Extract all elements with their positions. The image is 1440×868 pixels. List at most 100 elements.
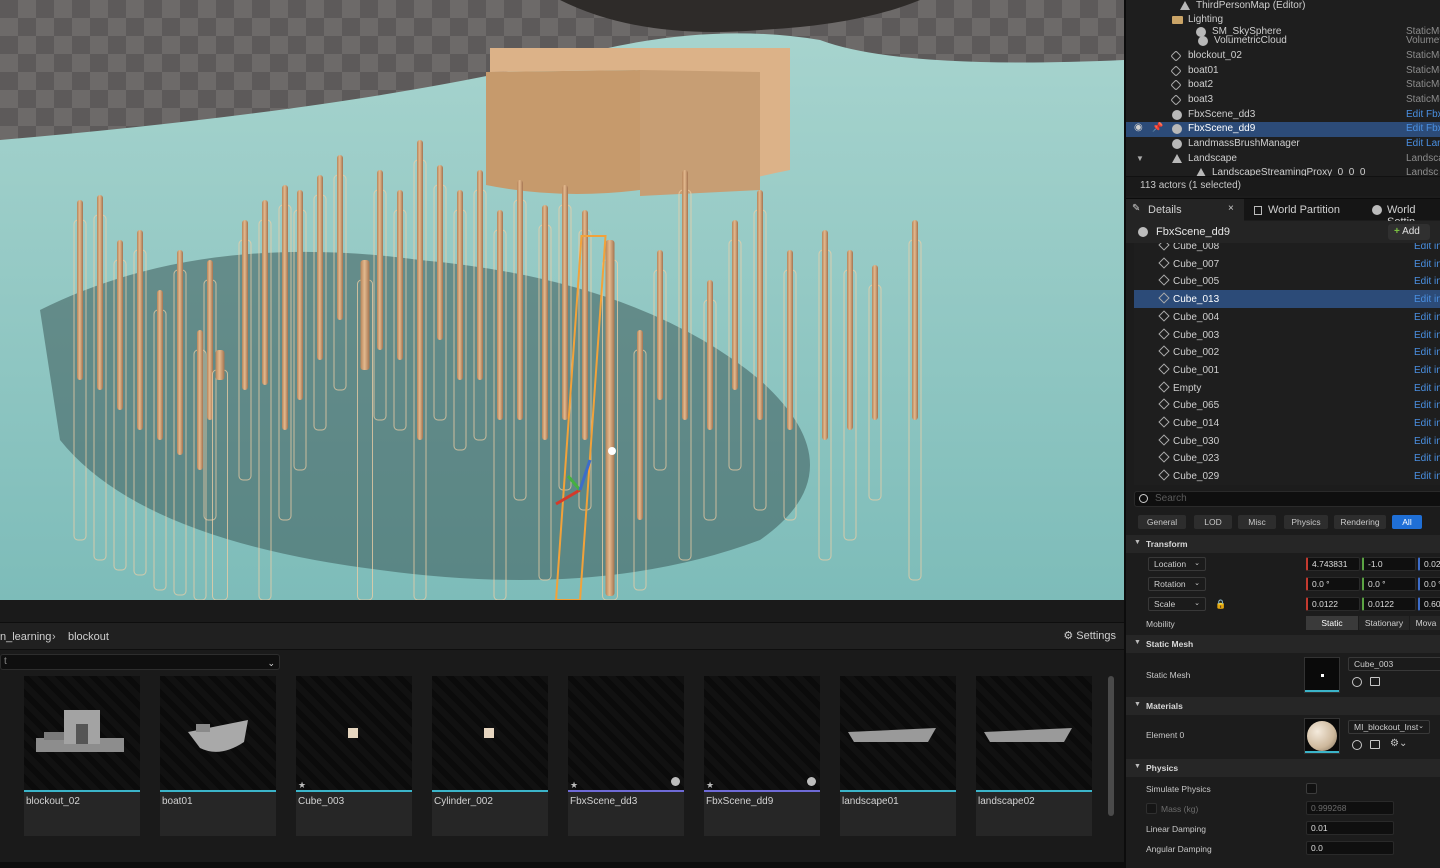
component-row[interactable]: Cube_007 Edit in (1134, 255, 1440, 273)
component-row[interactable]: Cube_013 Edit in (1134, 290, 1440, 308)
component-row[interactable]: Empty Edit in (1134, 379, 1440, 397)
use-selected-icon[interactable] (1352, 677, 1362, 687)
edit-in-link[interactable]: Edit in (1414, 243, 1440, 252)
outliner-row[interactable]: LandscapeStreamingProxy_0_0_0 Landsc (1126, 166, 1440, 176)
edit-in-link[interactable]: Edit in (1414, 365, 1440, 376)
outliner-row[interactable]: VolumetricCloud Volumet (1126, 34, 1440, 49)
edit-in-link[interactable]: Edit in (1414, 400, 1440, 411)
filter-misc[interactable]: Misc (1238, 515, 1276, 529)
close-icon[interactable]: × (1228, 203, 1234, 214)
location-x-field[interactable]: 4.743831 (1306, 557, 1360, 571)
scale-z-field[interactable]: 0.609 (1418, 597, 1440, 611)
tab-details[interactable]: ✎ Details × (1126, 199, 1244, 221)
scale-x-field[interactable]: 0.0122 (1306, 597, 1360, 611)
add-component-button[interactable]: + Add (1388, 224, 1430, 240)
outliner-row[interactable]: ▼ Landscape Landsca (1126, 152, 1440, 167)
mobility-stationary[interactable]: Stationary (1359, 616, 1409, 630)
breadcrumb-parent[interactable]: n_learning (0, 631, 51, 643)
section-physics[interactable]: ▼ Physics (1126, 759, 1440, 777)
component-row[interactable]: Cube_004 Edit in (1134, 308, 1440, 326)
asset-tile[interactable]: landscape01 (840, 676, 956, 836)
asset-tile[interactable]: landscape02 (976, 676, 1092, 836)
breadcrumb-current[interactable]: blockout (68, 631, 109, 643)
settings-button[interactable]: ⚙ Settings (1063, 629, 1116, 642)
chevron-down-icon[interactable]: ▼ (1136, 154, 1144, 163)
use-selected-icon[interactable] (1352, 740, 1362, 750)
edit-in-link[interactable]: Edit in (1414, 471, 1440, 482)
location-y-field[interactable]: -1.0 (1362, 557, 1416, 571)
level-viewport[interactable] (0, 0, 1124, 600)
asset-tile[interactable]: blockout_02 (24, 676, 140, 836)
mobility-static[interactable]: Static (1306, 616, 1358, 630)
component-row[interactable]: Cube_008 Edit in (1134, 243, 1440, 255)
asset-tile[interactable]: boat01 (160, 676, 276, 836)
edit-in-link[interactable]: Edit in (1414, 259, 1440, 270)
pin-icon[interactable]: 📌 (1152, 122, 1163, 133)
simulate-physics-checkbox[interactable] (1306, 783, 1317, 794)
component-row[interactable]: Cube_023 Edit in (1134, 449, 1440, 467)
outliner-row-type[interactable]: Edit Fbx (1406, 123, 1440, 134)
component-row[interactable]: Cube_005 Edit in (1134, 272, 1440, 290)
component-row[interactable]: Cube_003 Edit in (1134, 326, 1440, 344)
component-row[interactable]: Cube_030 Edit in (1134, 432, 1440, 450)
filter-rendering[interactable]: Rendering (1334, 515, 1386, 529)
component-row[interactable]: Cube_065 Edit in (1134, 396, 1440, 414)
material-options-icon[interactable]: ⚙⌄ (1390, 738, 1407, 749)
filter-general[interactable]: General (1138, 515, 1186, 529)
static-mesh-thumbnail[interactable] (1304, 657, 1340, 693)
content-filter-combo[interactable]: t ⌄ (0, 654, 280, 670)
details-search-input[interactable]: Search (1134, 491, 1440, 507)
asset-tile[interactable]: ★ FbxScene_dd9 (704, 676, 820, 836)
edit-in-link[interactable]: Edit in (1414, 330, 1440, 341)
tab-world-partition[interactable]: World Partition (1252, 199, 1368, 221)
lock-icon[interactable]: 🔒 (1215, 599, 1226, 610)
mass-override-checkbox[interactable] (1146, 803, 1157, 814)
linear-damping-field[interactable]: 0.01 (1306, 821, 1394, 835)
browse-icon[interactable] (1370, 740, 1380, 749)
outliner-row-type[interactable]: Edit Fbx (1406, 109, 1440, 120)
section-static-mesh[interactable]: ▼ Static Mesh (1126, 635, 1440, 653)
material-picker[interactable]: MI_blockout_Inst ⌄ (1348, 720, 1430, 734)
outliner-row[interactable]: boat2 StaticMe (1126, 78, 1440, 93)
outliner-row[interactable]: ThirdPersonMap (Editor) (1126, 0, 1440, 14)
scale-y-field[interactable]: 0.0122 (1362, 597, 1416, 611)
rotation-dropdown[interactable]: Rotation ⌄ (1148, 577, 1206, 591)
scale-dropdown[interactable]: Scale ⌄ (1148, 597, 1206, 611)
static-mesh-picker[interactable]: Cube_003 (1348, 657, 1440, 671)
section-transform[interactable]: ▼ Transform (1126, 535, 1440, 553)
edit-in-link[interactable]: Edit in (1414, 453, 1440, 464)
section-materials[interactable]: ▼ Materials (1126, 697, 1440, 715)
outliner-row[interactable]: boat01 StaticMe (1126, 64, 1440, 79)
edit-in-link[interactable]: Edit in (1414, 383, 1440, 394)
edit-in-link[interactable]: Edit in (1414, 436, 1440, 447)
eye-icon[interactable]: ◉ (1134, 122, 1143, 133)
outliner-row-type[interactable]: Edit Lan (1406, 138, 1440, 149)
location-z-field[interactable]: 0.020 (1418, 557, 1440, 571)
outliner-row[interactable]: FbxScene_dd3 Edit Fbx (1126, 108, 1440, 123)
component-row[interactable]: Cube_014 Edit in (1134, 414, 1440, 432)
outliner-row[interactable]: ◉ 📌 FbxScene_dd9 Edit Fbx (1126, 122, 1440, 137)
outliner-row[interactable]: LandmassBrushManager Edit Lan (1126, 137, 1440, 152)
edit-in-link[interactable]: Edit in (1414, 312, 1440, 323)
component-row[interactable]: Cube_002 Edit in (1134, 343, 1440, 361)
asset-tile[interactable]: ★ Cube_003 (296, 676, 412, 836)
browse-icon[interactable] (1370, 677, 1380, 686)
rotation-z-field[interactable]: 0.0 ° (1418, 577, 1440, 591)
asset-tile[interactable]: ★ FbxScene_dd3 (568, 676, 684, 836)
filter-lod[interactable]: LOD (1194, 515, 1232, 529)
asset-tile[interactable]: Cylinder_002 (432, 676, 548, 836)
rotation-y-field[interactable]: 0.0 ° (1362, 577, 1416, 591)
edit-in-link[interactable]: Edit in (1414, 294, 1440, 305)
tab-world-settings[interactable]: World Settin (1372, 199, 1440, 228)
edit-in-link[interactable]: Edit in (1414, 276, 1440, 287)
angular-damping-field[interactable]: 0.0 (1306, 841, 1394, 855)
material-thumbnail[interactable] (1304, 718, 1340, 754)
component-row[interactable]: Cube_029 Edit in (1134, 467, 1440, 485)
rotation-x-field[interactable]: 0.0 ° (1306, 577, 1360, 591)
edit-in-link[interactable]: Edit in (1414, 347, 1440, 358)
outliner-row[interactable]: blockout_02 StaticMe (1126, 49, 1440, 64)
edit-in-link[interactable]: Edit in (1414, 418, 1440, 429)
filter-all[interactable]: All (1392, 515, 1422, 529)
location-dropdown[interactable]: Location ⌄ (1148, 557, 1206, 571)
filter-physics[interactable]: Physics (1284, 515, 1328, 529)
